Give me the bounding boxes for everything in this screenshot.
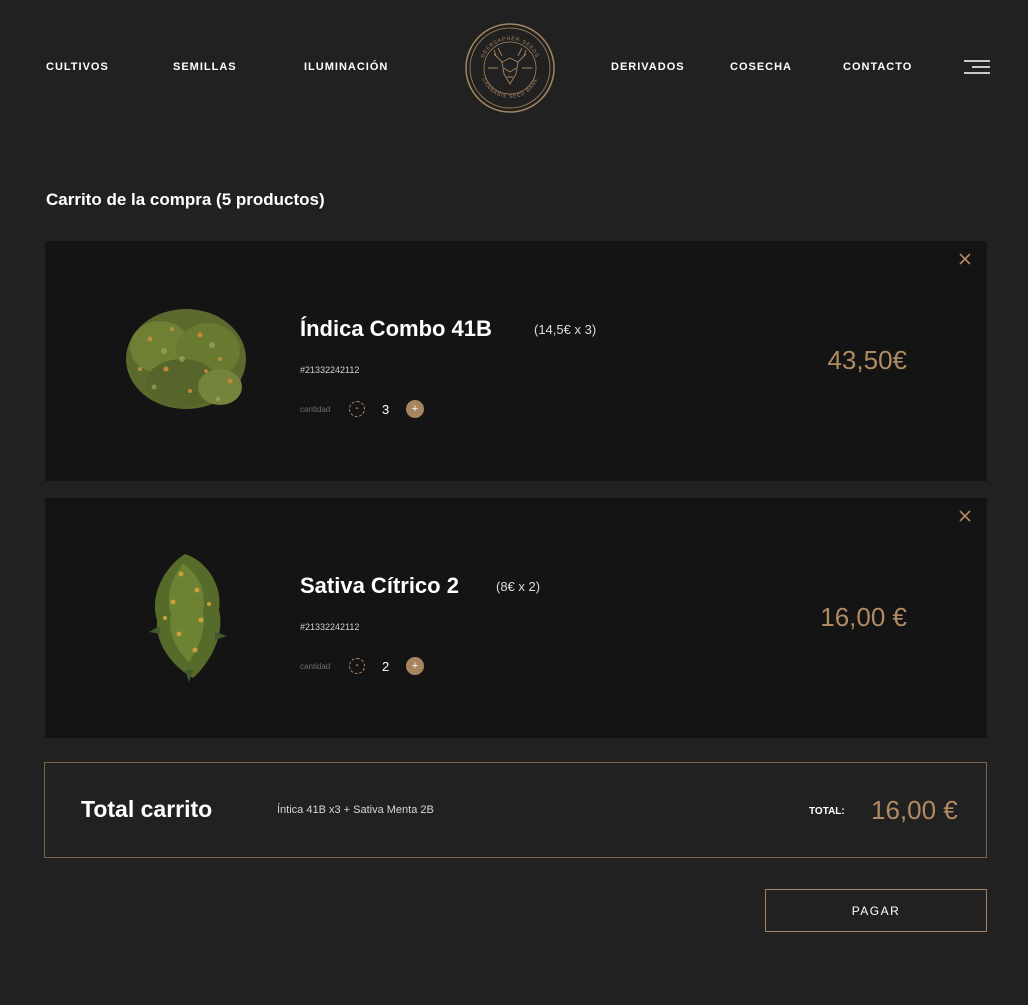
remove-item-close-icon[interactable] (957, 251, 973, 267)
svg-text:DEERSAPHER SEEDS: DEERSAPHER SEEDS (480, 36, 540, 59)
remove-item-close-icon[interactable] (957, 508, 973, 524)
quantity-increase-button[interactable]: + (406, 400, 424, 418)
product-sku: #21332242112 (300, 622, 360, 632)
cart-item: Índica Combo 41B (14,5€ x 3) #2133224211… (45, 241, 987, 481)
total-value: 16,00 € (871, 795, 958, 825)
deer-emblem-icon (488, 47, 532, 85)
item-price: 43,50€ (827, 345, 907, 375)
quantity-decrease-button[interactable]: - (349, 401, 365, 417)
unit-price: (8€ x 2) (496, 579, 541, 594)
product-name: Índica Combo 41B (300, 316, 492, 341)
item-price: 16,00 € (820, 602, 907, 632)
total-label: TOTAL: (809, 806, 845, 817)
quantity-value: 2 (382, 659, 390, 674)
nav-derivados[interactable]: DERIVADOS (611, 61, 685, 73)
quantity-decrease-button[interactable]: - (349, 658, 365, 674)
brand-logo[interactable]: DEERSAPHER SEEDS CANNABIS SEED BANK (464, 22, 556, 114)
quantity-increase-button[interactable]: + (406, 657, 424, 675)
svg-text:CANNABIS SEED BANK: CANNABIS SEED BANK (480, 77, 540, 100)
quantity-value: 3 (382, 402, 390, 417)
total-summary: Íntica 41B x3 + Sativa Menta 2B (277, 804, 434, 816)
quantity-label: cantidad (300, 405, 331, 414)
pay-button[interactable]: PAGAR (765, 889, 987, 932)
nav-contacto[interactable]: CONTACTO (843, 61, 912, 73)
cart-total-box: Total carrito Íntica 41B x3 + Sativa Men… (44, 762, 987, 858)
nav-cultivos[interactable]: CULTIVOS (46, 61, 109, 73)
logo-text-top: DEERSAPHER SEEDS (480, 36, 539, 59)
cart-item: Sativa Cítrico 2 (8€ x 2) #21332242112 c… (45, 498, 987, 738)
product-image-sativa-bud (149, 554, 227, 682)
product-image-indica-bud (126, 309, 246, 409)
product-sku: #21332242112 (300, 365, 360, 375)
logo-text-bottom: CANNABIS SEED BANK (480, 77, 539, 100)
quantity-label: cantidad (300, 662, 331, 671)
nav-cosecha[interactable]: COSECHA (730, 61, 792, 73)
nav-iluminacion[interactable]: ILUMINACIÓN (304, 61, 388, 73)
cart-title: Carrito de la compra (5 productos) (46, 190, 325, 209)
unit-price: (14,5€ x 3) (534, 322, 597, 337)
nav-semillas[interactable]: SEMILLAS (173, 61, 237, 73)
hamburger-menu-icon[interactable] (964, 59, 990, 75)
product-name: Sativa Cítrico 2 (300, 573, 459, 598)
total-title: Total carrito (81, 796, 213, 822)
